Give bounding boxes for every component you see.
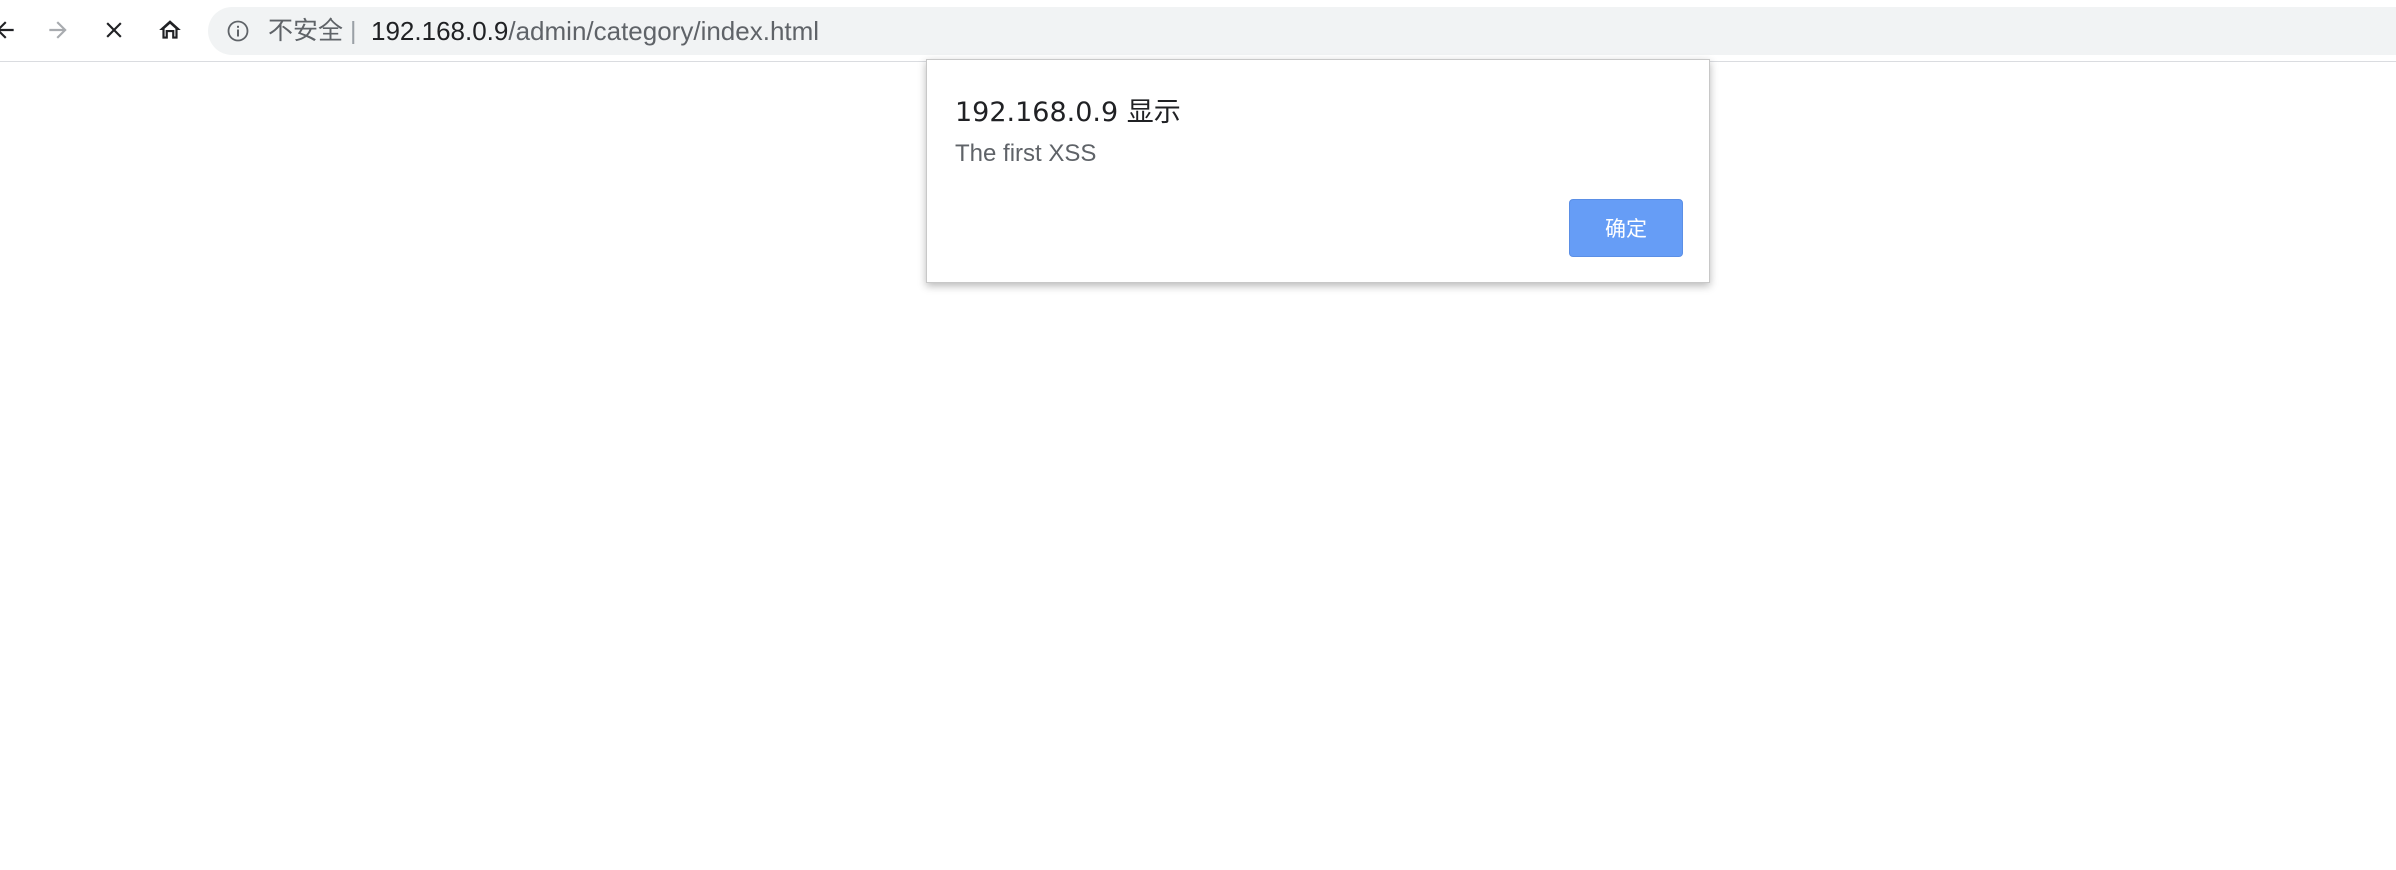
back-button[interactable] (0, 11, 24, 49)
not-secure-label[interactable]: 不安全 (268, 7, 343, 55)
dialog-message: The first XSS (955, 140, 1097, 167)
stop-button[interactable] (95, 11, 133, 49)
url-path: /admin/category/index.html (508, 16, 820, 46)
info-icon[interactable] (226, 19, 250, 43)
dialog-title: 192.168.0.9 显示 (955, 97, 1181, 128)
alert-dialog: 192.168.0.9 显示 The first XSS 确定 (926, 59, 1710, 283)
url-host: 192.168.0.9 (371, 16, 509, 46)
url-text[interactable]: 192.168.0.9/admin/category/index.html (371, 7, 819, 55)
ok-button[interactable]: 确定 (1569, 199, 1683, 257)
browser-toolbar: 不安全 | 192.168.0.9/admin/category/index.h… (0, 0, 2396, 62)
home-button[interactable] (151, 11, 189, 49)
arrow-right-icon (49, 21, 67, 39)
close-icon (106, 22, 122, 38)
url-separator: | (350, 17, 357, 45)
arrow-left-icon (0, 21, 14, 39)
home-icon (159, 20, 181, 39)
address-bar[interactable]: 不安全 | 192.168.0.9/admin/category/index.h… (208, 7, 2396, 55)
forward-button[interactable] (39, 11, 77, 49)
